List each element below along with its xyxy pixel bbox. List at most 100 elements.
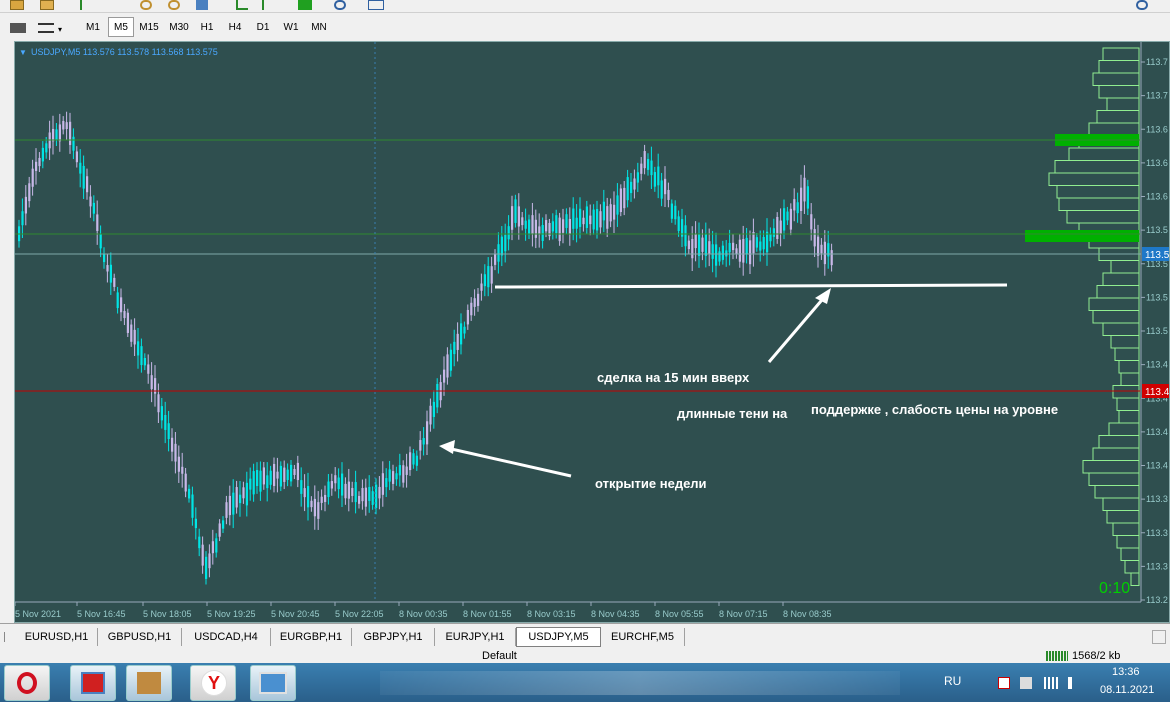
- timeframe-h4-button[interactable]: H4: [222, 17, 248, 37]
- candle-body: [92, 202, 95, 214]
- tab-scroll-left-icon[interactable]: [4, 632, 13, 642]
- arrow-open-week-line[interactable]: [446, 446, 572, 478]
- candle-body: [157, 394, 160, 413]
- timeframe-d1-button[interactable]: D1: [250, 17, 276, 37]
- tab-usdjpy-m5[interactable]: USDJPY,M5: [516, 627, 601, 647]
- candle-body: [58, 124, 61, 142]
- candle-body: [616, 195, 619, 215]
- candle-body: [351, 488, 354, 496]
- tab-eurjpy-h1[interactable]: EURJPY,H1: [435, 628, 516, 646]
- tab-eurusd-h1[interactable]: EURUSD,H1: [16, 628, 98, 646]
- candle-body: [52, 128, 55, 142]
- status-traffic: 1568/2 kb: [1072, 650, 1121, 662]
- candle-body: [487, 266, 490, 288]
- tab-scroll-right-icon[interactable]: [1152, 630, 1166, 644]
- chevron-down-icon[interactable]: ▼: [19, 48, 27, 57]
- volume-profile-bar: [1092, 72, 1140, 86]
- templates-icon[interactable]: [368, 0, 384, 10]
- volume-profile-bar: [1120, 372, 1140, 386]
- candle-body: [817, 236, 820, 256]
- candle-body: [762, 236, 765, 250]
- market-watch-icon[interactable]: [40, 0, 54, 10]
- candle-body: [181, 466, 184, 474]
- candle-body: [609, 204, 612, 222]
- time-tick-label: 5 Nov 19:25: [207, 609, 256, 619]
- folder-icon[interactable]: [10, 0, 24, 10]
- timeframe-m15-button[interactable]: M15: [136, 17, 162, 37]
- volume-icon[interactable]: [1068, 677, 1080, 689]
- timeframe-m5-button[interactable]: M5: [108, 17, 134, 37]
- language-indicator[interactable]: RU: [944, 674, 961, 688]
- candle-body: [636, 172, 639, 183]
- candle-body: [664, 178, 667, 195]
- candle-body: [256, 469, 259, 486]
- candle-body: [174, 443, 177, 462]
- support-line[interactable]: [494, 283, 1008, 289]
- candle-body: [511, 206, 514, 230]
- periods-icon[interactable]: [334, 0, 346, 10]
- candle-body: [55, 129, 58, 140]
- candle-body: [670, 203, 673, 219]
- network-icon[interactable]: [998, 677, 1010, 689]
- timeframe-mn-button[interactable]: MN: [306, 17, 332, 37]
- price-tick-label: 113.7: [1146, 57, 1168, 67]
- chart-type-icon[interactable]: [10, 23, 26, 33]
- timeframe-m1-button[interactable]: M1: [80, 17, 106, 37]
- candle-body: [820, 244, 823, 254]
- autoscroll-icon[interactable]: [236, 0, 248, 10]
- time-tick-label: 5 Nov 16:45: [77, 609, 126, 619]
- volume-profile-bar: [1088, 297, 1140, 311]
- chevron-down-icon[interactable]: ▾: [58, 25, 62, 34]
- chart-shift-icon[interactable]: [262, 0, 274, 10]
- opera-icon: [17, 672, 37, 694]
- signal-icon[interactable]: [1044, 677, 1058, 689]
- price-tick-label: 113.4: [1146, 461, 1168, 471]
- clock-date[interactable]: 08.11.2021: [1100, 684, 1154, 696]
- candle-body: [483, 274, 486, 287]
- yandex-app-button[interactable]: Y: [190, 665, 236, 701]
- candle-body: [504, 234, 507, 252]
- tab-eurgbp-h1[interactable]: EURGBP,H1: [271, 628, 352, 646]
- candle-body: [215, 538, 218, 553]
- timeframe-h1-button[interactable]: H1: [194, 17, 220, 37]
- search-icon[interactable]: [1136, 0, 1148, 10]
- price-tick-label: 113.5: [1146, 292, 1168, 302]
- tab-usdcad-h4[interactable]: USDCAD,H4: [182, 628, 271, 646]
- indicators-icon[interactable]: [298, 0, 312, 10]
- archive-app-button[interactable]: [126, 665, 172, 701]
- candle-body: [99, 234, 102, 249]
- candle-body: [456, 333, 459, 350]
- line-studies-icon[interactable]: [38, 23, 54, 33]
- current-price-label: 113.5: [1145, 250, 1169, 261]
- price-chart[interactable]: 113.7 113.7 113.6 113.6 113.6 113.5 113.5 113.5…: [14, 41, 1170, 623]
- candle-body: [466, 309, 469, 325]
- control-panel-icon: [259, 672, 287, 694]
- clock-time[interactable]: 13:36: [1112, 666, 1140, 678]
- opera-app-button[interactable]: [4, 665, 50, 701]
- candle-body: [245, 482, 248, 506]
- timeframe-w1-button[interactable]: W1: [278, 17, 304, 37]
- candle-body: [286, 469, 289, 480]
- zoom-in-icon[interactable]: [140, 0, 152, 10]
- tab-eurchf-m5[interactable]: EURCHF,M5: [601, 628, 685, 646]
- price-tick-label: 113.7: [1146, 91, 1168, 101]
- tab-gbpjpy-h1[interactable]: GBPJPY,H1: [352, 628, 435, 646]
- chart-bars-icon[interactable]: [80, 0, 92, 10]
- timeframe-m30-button[interactable]: M30: [166, 17, 192, 37]
- tile-windows-icon[interactable]: [196, 0, 208, 10]
- tab-gbpusd-h1[interactable]: GBPUSD,H1: [98, 628, 182, 646]
- candle-body: [514, 199, 517, 223]
- candle-body: [436, 383, 439, 408]
- candle-body: [500, 236, 503, 256]
- candle-body: [395, 473, 398, 480]
- terminal-app-button[interactable]: [70, 665, 116, 701]
- candle-body: [347, 481, 350, 499]
- battery-icon[interactable]: [1020, 677, 1032, 689]
- candle-body: [426, 421, 429, 445]
- candle-body: [388, 469, 391, 482]
- arrow-trade-line[interactable]: [767, 293, 829, 363]
- candle-body: [242, 487, 245, 499]
- control-panel-app-button[interactable]: [250, 665, 296, 701]
- chart-canvas[interactable]: 113.7 113.7 113.6 113.6 113.6 113.5 113.5 113.5…: [15, 42, 1169, 622]
- zoom-out-icon[interactable]: [168, 0, 180, 10]
